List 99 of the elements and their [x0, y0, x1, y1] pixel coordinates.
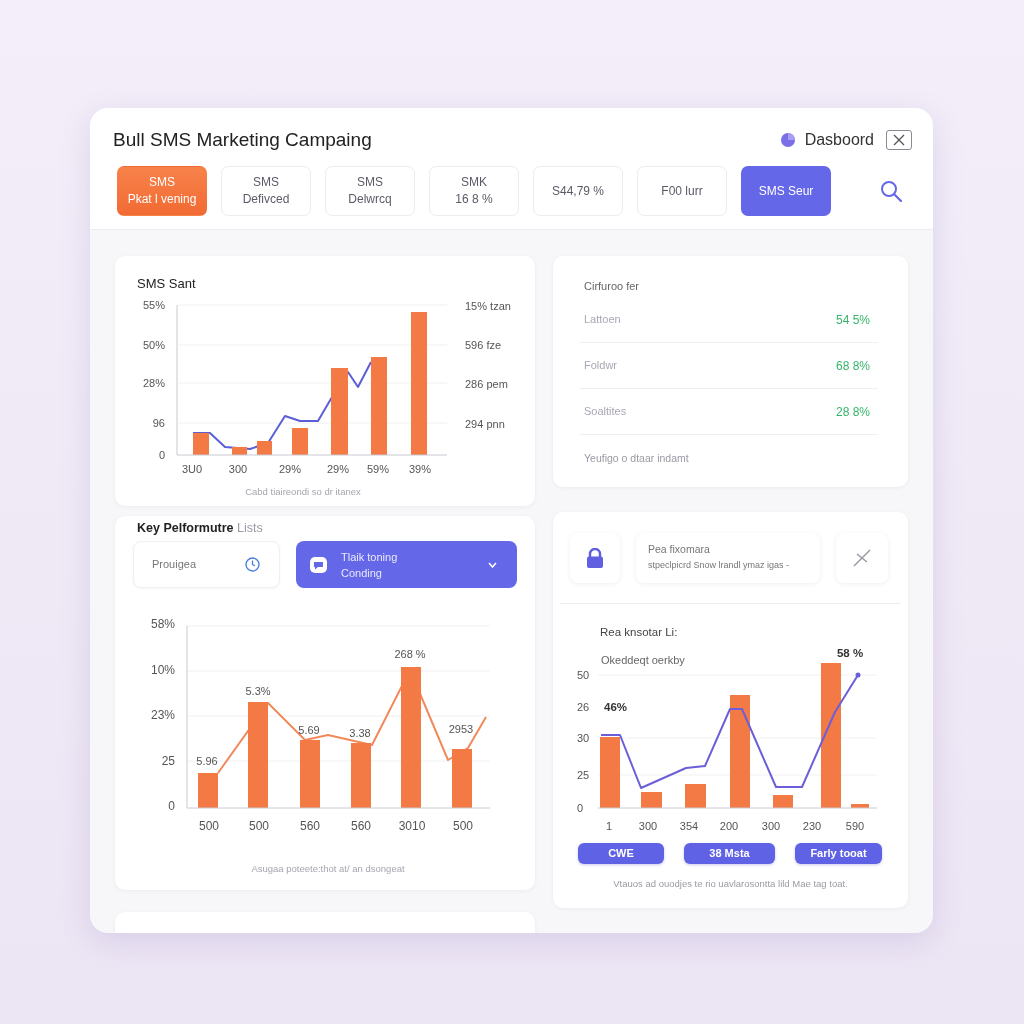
- close-icon: [852, 548, 872, 568]
- axis-label: 596 fze: [465, 339, 502, 351]
- axis-label: 200: [719, 820, 739, 832]
- search-icon[interactable]: [880, 180, 902, 202]
- lock-icon: [586, 548, 604, 568]
- lock-button[interactable]: [570, 533, 620, 583]
- axis-label: 59%: [367, 463, 389, 475]
- card-footer-text: Yeufigo o dtaar indamt: [583, 452, 690, 465]
- section-title: Key Pelformutre Lists: [136, 520, 264, 536]
- action-button[interactable]: CWE: [578, 843, 664, 864]
- axis-label: 354: [679, 820, 699, 832]
- axis-label: 1: [605, 820, 613, 832]
- axis-label: 50: [577, 669, 590, 681]
- axis-label: 560: [300, 819, 320, 833]
- pie-chart-icon: [780, 133, 795, 147]
- metric-tab[interactable]: SMS Defivced: [221, 166, 311, 216]
- chart-bar: [600, 737, 620, 808]
- axis-label: 300: [228, 463, 248, 475]
- chart-bar: [232, 447, 247, 455]
- axis-label: 96: [152, 417, 165, 429]
- chart-bar: [257, 441, 272, 455]
- chat-icon: [310, 556, 327, 573]
- axis-label: 0: [168, 799, 175, 813]
- metric-tab[interactable]: SMS Seur: [741, 166, 831, 216]
- close-icon: [893, 134, 905, 146]
- dashboard-title: Bull SMS Marketing Campaing: [113, 127, 372, 152]
- chart-caption: Cabd tiaireondi so dr itanex: [245, 485, 361, 497]
- axis-label: 500: [249, 819, 269, 833]
- axis-label: 230: [802, 820, 822, 832]
- metric-tab[interactable]: SMK 16 8 %: [429, 166, 519, 216]
- metric-value: 28 8%: [835, 403, 870, 421]
- metric-tab[interactable]: S44,79 %: [533, 166, 623, 216]
- data-label: 5.96: [196, 755, 218, 767]
- chart-bar: [300, 740, 320, 808]
- data-label: 5.3%: [245, 685, 271, 697]
- axis-label: 58%: [150, 617, 175, 631]
- chart-bar: [351, 743, 371, 808]
- axis-label: 50%: [142, 339, 165, 351]
- data-label: 2953: [448, 723, 474, 735]
- axis-label: 30: [577, 732, 590, 744]
- close-button[interactable]: [886, 130, 912, 150]
- axis-label: 29%: [327, 463, 349, 475]
- metric-tab[interactable]: SMS Pkat l vening: [117, 166, 207, 216]
- axis-label: 294 pnn: [465, 418, 505, 430]
- chart-bar: [641, 792, 662, 808]
- axis-label: 300: [638, 820, 658, 832]
- axis-label: 25: [577, 769, 590, 781]
- clock-icon: [245, 557, 260, 572]
- chart-bar: [851, 804, 869, 808]
- axis-label: 3U0: [181, 463, 203, 475]
- chart-caption: Vtauos ad ouodjes te rio uavlarosontta lild Mae tag toat.: [613, 877, 848, 890]
- card-title: Cirfuroo fer: [583, 279, 641, 294]
- axis-label: 39%: [409, 463, 431, 475]
- axis-label: 15% tzan: [465, 300, 511, 312]
- axis-label: 0: [158, 449, 165, 461]
- metric-tab[interactable]: SMS Delwrcq: [325, 166, 415, 216]
- metric-label: Foldwr: [584, 358, 617, 374]
- axis-label: 25: [161, 754, 175, 768]
- axis-label: 23%: [150, 708, 175, 722]
- axis-label: 29%: [279, 463, 301, 475]
- axis-label: 500: [199, 819, 219, 833]
- select-field[interactable]: Prouigea: [133, 541, 280, 588]
- action-button[interactable]: 38 Msta: [684, 843, 775, 864]
- axis-label: 28%: [142, 377, 165, 389]
- chart-bar: [193, 433, 209, 455]
- chart-bar: [452, 749, 472, 808]
- data-label: 46%: [604, 701, 628, 713]
- metric-label: Soaltites: [584, 404, 627, 420]
- dropdown[interactable]: Tlaik toning Conding: [296, 541, 517, 588]
- axis-label: 300: [761, 820, 781, 832]
- axis-label: 55%: [142, 299, 165, 311]
- axis-label: 286 pem: [465, 378, 508, 390]
- axis-label: 3010: [398, 819, 426, 833]
- chart-bar: [198, 773, 218, 808]
- metric-value: 54 5%: [835, 311, 870, 329]
- dashboard-link[interactable]: Dasboord: [804, 128, 874, 152]
- metric-tab[interactable]: F00 lurr: [637, 166, 727, 216]
- data-label: 3.38: [349, 727, 371, 739]
- data-label: 58 %: [836, 647, 864, 659]
- chart-bar: [292, 428, 308, 455]
- axis-label: 560: [351, 819, 371, 833]
- axis-label: 0: [577, 802, 584, 814]
- chart-subtitle: Okeddeqt oerkby: [601, 654, 685, 666]
- data-label: 5.69: [298, 724, 320, 736]
- chart-bar: [685, 784, 706, 808]
- metric-value: 68 8%: [835, 357, 870, 375]
- metric-label: Lattoen: [584, 312, 621, 328]
- action-button[interactable]: Farly tooat: [795, 843, 882, 864]
- notice-text: stpeclpicrd Snow lrandl ymaz igas -: [648, 559, 791, 571]
- axis-label: 500: [453, 819, 473, 833]
- axis-label: 26: [577, 701, 590, 713]
- axis-label: 590: [845, 820, 865, 832]
- axis-label: 10%: [150, 663, 175, 677]
- chart-title: SMS Sant: [136, 276, 197, 292]
- chart-title: Rea knsotar Li:: [600, 626, 678, 638]
- notice-title: Pea fixomara: [648, 542, 711, 556]
- chart-caption: Asugaa poteete:thot at/ an dsongeat: [251, 862, 405, 874]
- chevron-down-icon: [488, 561, 497, 568]
- data-label: 268 %: [394, 648, 426, 660]
